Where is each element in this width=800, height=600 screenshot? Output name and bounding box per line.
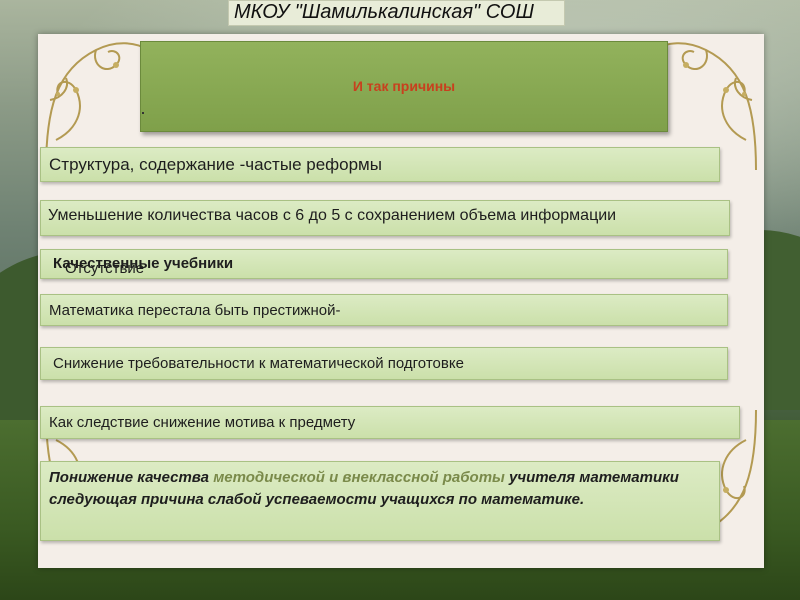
reason-item-4: Математика перестала быть престижной- — [40, 294, 728, 326]
reason-item-3: Отсутствие Качественные учебники — [40, 249, 728, 279]
reason-text-7-part1: Понижение качества — [49, 469, 214, 486]
school-name: МКОУ "Шамилькалинская" СОШ — [234, 1, 534, 23]
reason-text-3-prefix: Отсутствие — [65, 260, 145, 277]
reason-text-1: Структура, содержание -частые реформы — [49, 155, 382, 174]
reason-item-5: Снижение требовательности к математическ… — [40, 347, 728, 380]
reason-text-3: Отсутствие Качественные учебники — [53, 255, 233, 277]
reason-item-6: Как следствие снижение мотива к предмету — [40, 406, 740, 439]
reason-text-6: Как следствие снижение мотива к предмету — [49, 414, 356, 431]
reason-text-4: Математика перестала быть престижной- — [49, 302, 341, 319]
reason-item-2: Уменьшение количества часов с 6 до 5 с с… — [40, 200, 730, 236]
reason-item-1: Структура, содержание -частые реформы — [40, 147, 720, 182]
reason-text-7-part2: методической и внеклассной работы — [213, 469, 505, 486]
reason-text-7: Понижение качества методической и внекла… — [49, 467, 714, 511]
slide-title: И так причины — [352, 78, 456, 94]
stray-dot — [142, 112, 144, 114]
reason-text-2: Уменьшение количества часов с 6 до 5 с с… — [48, 207, 617, 224]
slide: МКОУ "Шамилькалинская" СОШ И так причины… — [0, 0, 800, 600]
slide-title-box: И так причины — [140, 41, 668, 132]
reason-item-7: Понижение качества методической и внекла… — [40, 461, 720, 541]
reason-text-5: Снижение требовательности к математическ… — [53, 355, 464, 372]
